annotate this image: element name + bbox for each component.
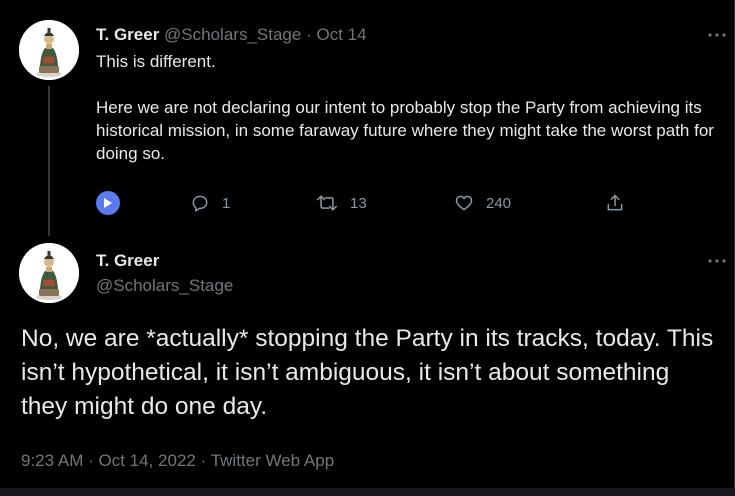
play-button[interactable]	[96, 191, 120, 215]
statue-figurine-icon	[19, 20, 79, 80]
author-display-name[interactable]: T. Greer	[96, 25, 159, 44]
author-handle[interactable]: @Scholars_Stage	[164, 25, 301, 44]
like-button[interactable]: 240	[454, 190, 511, 216]
author-avatar[interactable]	[19, 243, 79, 303]
meta-separator: ·	[200, 451, 207, 470]
retweet-icon	[316, 195, 338, 211]
reply-tweet-header: T. Greer @Scholars_Stage · Oct 14	[96, 24, 367, 46]
tweet-action-bar: 1 13 240	[96, 190, 656, 216]
tweet-date-link[interactable]: Oct 14, 2022	[99, 451, 196, 470]
statue-figurine-icon	[19, 243, 79, 303]
reply-icon	[192, 195, 208, 212]
reply-count: 1	[222, 194, 231, 212]
header-separator: ·	[306, 25, 312, 44]
retweet-button[interactable]: 13	[316, 190, 367, 216]
play-icon	[104, 198, 112, 208]
like-count: 240	[486, 194, 512, 212]
panel-bottom-edge	[0, 488, 735, 496]
reply-tweet-text: This is different. Here we are not decla…	[96, 50, 716, 165]
main-author-display-name[interactable]: T. Greer	[96, 250, 159, 272]
retweet-count: 13	[350, 194, 367, 212]
share-button[interactable]	[605, 190, 625, 216]
thread-connector-line	[48, 86, 50, 236]
tweet-metadata: 9:23 AM · Oct 14, 2022 · Twitter Web App	[21, 450, 334, 472]
reply-button[interactable]: 1	[190, 190, 230, 216]
tweet-thread-page: T. Greer @Scholars_Stage · Oct 14 This i…	[0, 0, 735, 496]
source-app-link[interactable]: Twitter Web App	[211, 451, 334, 470]
more-dots-icon	[708, 259, 726, 263]
main-tweet-text: No, we are *actually* stopping the Party…	[21, 325, 714, 420]
author-avatar[interactable]	[19, 20, 79, 80]
share-icon	[607, 194, 623, 211]
more-dots-icon	[708, 33, 726, 37]
tweet-date-link[interactable]: Oct 14	[316, 25, 366, 44]
tweet-paragraph: This is different.	[96, 52, 216, 71]
tweet-paragraph: Here we are not declaring our intent to …	[96, 98, 714, 163]
more-options-button[interactable]	[704, 254, 730, 268]
heart-icon	[455, 195, 473, 211]
more-options-button[interactable]	[704, 28, 730, 42]
tweet-time-link[interactable]: 9:23 AM	[21, 451, 83, 470]
main-author-handle[interactable]: @Scholars_Stage	[96, 275, 233, 297]
meta-separator: ·	[88, 451, 94, 470]
